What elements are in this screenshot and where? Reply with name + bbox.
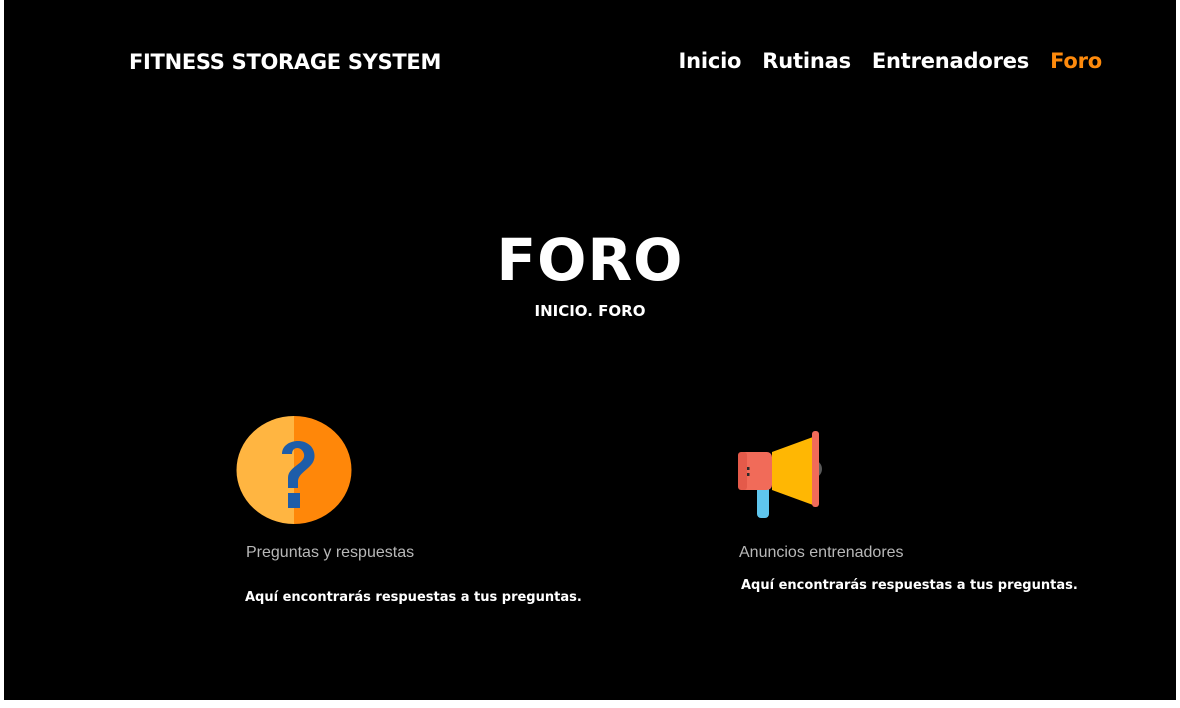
main-nav: Inicio Rutinas Entrenadores Foro [678, 49, 1102, 73]
breadcrumb: INICIO. FORO [4, 302, 1176, 320]
breadcrumb-home-link[interactable]: INICIO. [535, 302, 593, 320]
brand-logo-text[interactable]: FITNESS STORAGE SYSTEM [129, 50, 441, 74]
page-title: FORO [496, 226, 684, 294]
nav-link-inicio[interactable]: Inicio [678, 49, 741, 73]
megaphone-icon[interactable] [737, 430, 831, 527]
breadcrumb-current: FORO [598, 302, 646, 320]
question-mark-icon[interactable] [236, 416, 352, 529]
nav-link-rutinas[interactable]: Rutinas [762, 49, 851, 73]
nav-link-foro[interactable]: Foro [1050, 49, 1102, 73]
card-description-preguntas: Aquí encontrarás respuestas a tus pregun… [245, 590, 582, 605]
page-frame: FITNESS STORAGE SYSTEM Inicio Rutinas En… [4, 0, 1176, 700]
card-title-preguntas[interactable]: Preguntas y respuestas [246, 544, 414, 562]
nav-link-entrenadores[interactable]: Entrenadores [872, 49, 1029, 73]
card-description-anuncios: Aquí encontrarás respuestas a tus pregun… [741, 578, 1078, 593]
card-title-anuncios[interactable]: Anuncios entrenadores [739, 544, 904, 562]
